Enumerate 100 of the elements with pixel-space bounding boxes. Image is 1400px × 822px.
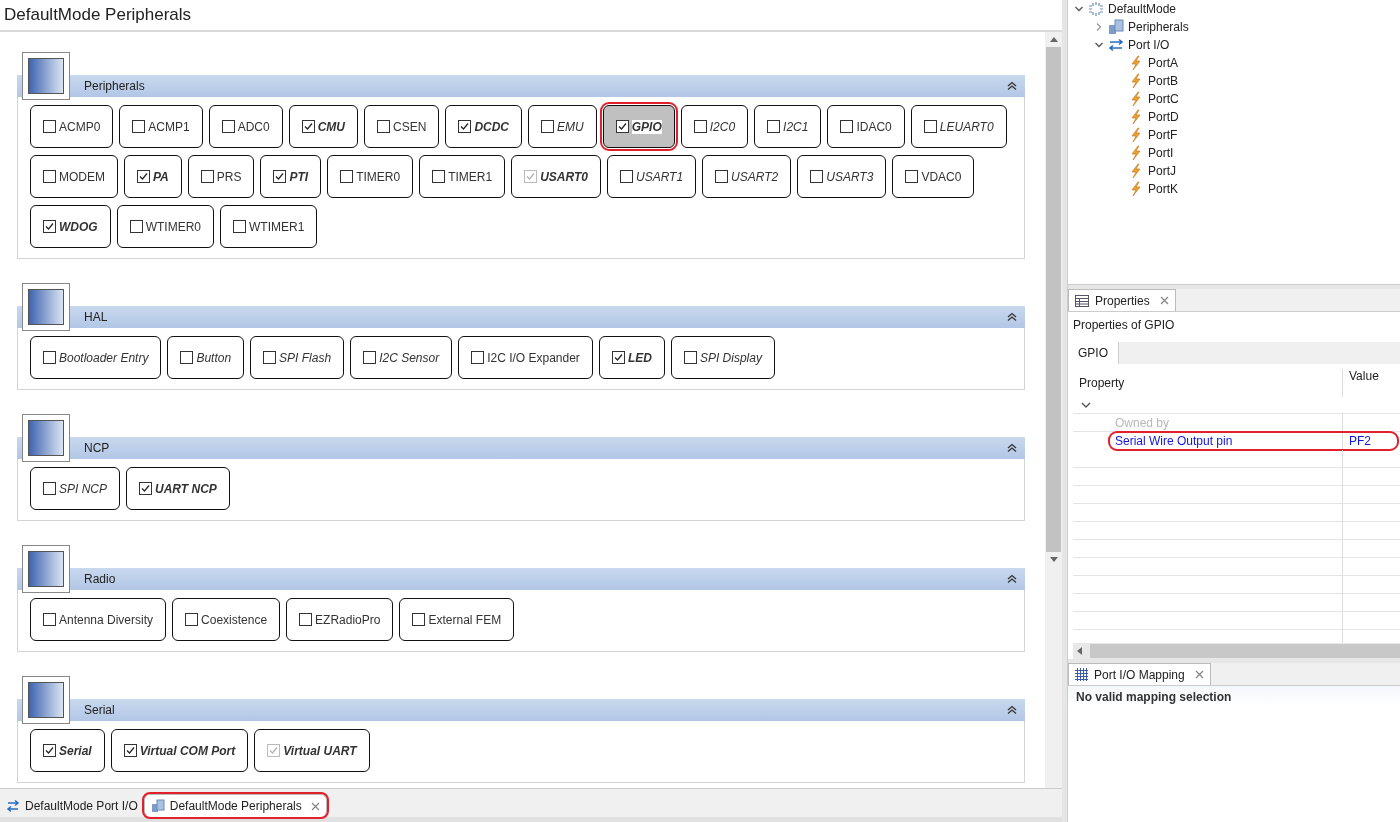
collapse-icon[interactable] (1007, 81, 1017, 91)
checkbox[interactable] (180, 351, 194, 364)
checkbox[interactable] (43, 482, 56, 495)
horizontal-scrollbar[interactable] (1073, 643, 1400, 659)
peripheral-toggle-button[interactable]: Virtual COM Port (110, 729, 249, 772)
peripheral-toggle-button[interactable]: WDOG (30, 205, 111, 248)
peripheral-toggle-button[interactable]: EZRadioPro (286, 598, 394, 641)
peripheral-toggle-button[interactable]: I2C0 (680, 105, 749, 148)
close-icon[interactable] (310, 801, 320, 811)
tree-item[interactable]: Port I/O (1128, 38, 1170, 52)
peripheral-toggle-button[interactable]: LEUART0 (910, 105, 1007, 148)
checkbox[interactable] (471, 351, 485, 364)
tree-item[interactable]: PortB (1148, 74, 1178, 88)
checkbox[interactable] (139, 482, 152, 495)
checkbox[interactable] (185, 613, 199, 626)
peripheral-toggle-button[interactable]: USART2 (702, 155, 792, 198)
checkbox[interactable] (43, 351, 56, 364)
section-header[interactable]: Serial (17, 699, 1025, 721)
peripheral-toggle-button[interactable]: Coexistence (172, 598, 281, 641)
tree-item[interactable]: PortA (1148, 56, 1178, 70)
checkbox[interactable] (43, 120, 56, 133)
scroll-up-icon[interactable] (1049, 37, 1058, 42)
section-header[interactable]: NCP (17, 437, 1025, 459)
peripheral-toggle-button[interactable]: ACMP0 (30, 105, 114, 148)
checkbox[interactable] (132, 120, 146, 133)
checkbox[interactable] (263, 351, 277, 364)
checkbox[interactable] (458, 120, 472, 133)
checkbox[interactable] (923, 120, 937, 133)
checkbox[interactable] (363, 351, 377, 364)
peripheral-toggle-button[interactable]: TIMER1 (419, 155, 506, 198)
checkbox[interactable] (693, 120, 707, 133)
editor-tab[interactable]: DefaultMode Port I/O (0, 795, 144, 817)
collapse-icon[interactable] (1007, 574, 1017, 584)
close-icon[interactable] (1194, 670, 1204, 679)
peripheral-toggle-button[interactable]: Serial (30, 729, 105, 772)
peripheral-toggle-button[interactable]: PTI (260, 155, 322, 198)
collapse-icon[interactable] (1007, 443, 1017, 453)
checkbox[interactable] (615, 120, 629, 133)
vertical-scrollbar[interactable] (1045, 32, 1062, 788)
tree-item[interactable]: PortD (1148, 110, 1179, 124)
peripheral-toggle-button[interactable]: I2C1 (754, 105, 822, 148)
peripheral-toggle-button[interactable]: WTIMER1 (220, 205, 318, 248)
peripheral-toggle-button[interactable]: I2C I/O Expander (458, 336, 593, 379)
peripheral-toggle-button[interactable]: IDAC0 (827, 105, 905, 148)
peripheral-toggle-button[interactable]: SPI NCP (30, 467, 120, 510)
scroll-down-icon[interactable] (1049, 557, 1058, 562)
peripheral-toggle-button[interactable]: CMU (288, 105, 359, 148)
peripheral-toggle-button[interactable]: DCDC (445, 105, 523, 148)
checkbox[interactable] (43, 220, 56, 233)
section-header[interactable]: Peripherals (17, 75, 1025, 97)
checkbox[interactable] (840, 120, 854, 133)
checkbox[interactable] (767, 120, 781, 133)
tree-item[interactable]: PortK (1148, 182, 1178, 196)
checkbox[interactable] (221, 120, 235, 133)
peripheral-toggle-button[interactable]: LED (598, 336, 665, 379)
peripheral-toggle-button[interactable]: WTIMER0 (116, 205, 214, 248)
checkbox[interactable] (412, 613, 426, 626)
peripheral-toggle-button[interactable]: Button (167, 336, 245, 379)
peripheral-toggle-button[interactable]: Bootloader Entry (30, 336, 162, 379)
tree-item[interactable]: Peripherals (1128, 20, 1189, 34)
checkbox[interactable] (432, 170, 446, 183)
section-header[interactable]: HAL (17, 306, 1025, 328)
checkbox[interactable] (905, 170, 919, 183)
peripheral-toggle-button[interactable]: SPI Display (670, 336, 775, 379)
checkbox[interactable] (377, 120, 391, 133)
tree-item[interactable]: PortF (1148, 128, 1178, 142)
category-tab[interactable]: GPIO (1068, 342, 1119, 364)
peripheral-toggle-button[interactable]: MODEM (30, 155, 118, 198)
peripheral-toggle-button[interactable]: GPIO (602, 105, 675, 148)
checkbox[interactable] (619, 170, 633, 183)
peripheral-toggle-button[interactable]: ADC0 (208, 105, 283, 148)
chevron-down-icon[interactable] (1081, 401, 1091, 409)
peripheral-toggle-button[interactable]: UART NCP (126, 467, 230, 510)
scroll-left-icon[interactable] (1077, 647, 1082, 655)
checkbox[interactable] (43, 170, 56, 183)
peripheral-toggle-button[interactable]: CSEN (364, 105, 440, 148)
editor-tab[interactable]: DefaultMode Peripherals (143, 794, 327, 817)
checkbox[interactable] (233, 220, 246, 233)
checkbox[interactable] (299, 613, 313, 626)
view-tab[interactable]: Properties (1068, 289, 1176, 311)
tree-item[interactable]: PortI (1148, 146, 1174, 160)
peripheral-toggle-button[interactable]: SPI Flash (250, 336, 345, 379)
peripheral-toggle-button[interactable]: PA (124, 155, 182, 198)
peripheral-toggle-button[interactable]: External FEM (399, 598, 515, 641)
checkbox[interactable] (200, 170, 214, 183)
checkbox[interactable] (340, 170, 354, 183)
checkbox[interactable] (137, 170, 150, 183)
chevron-down-icon[interactable] (1074, 4, 1084, 14)
peripheral-toggle-button[interactable]: PRS (187, 155, 255, 198)
peripheral-toggle-button[interactable]: VDAC0 (892, 155, 975, 198)
tree-item[interactable]: PortJ (1148, 164, 1176, 178)
peripheral-toggle-button[interactable]: EMU (528, 105, 597, 148)
checkbox[interactable] (129, 220, 143, 233)
checkbox[interactable] (715, 170, 729, 183)
tree-item[interactable]: PortC (1148, 92, 1179, 106)
checkbox[interactable] (43, 613, 56, 626)
chevron-down-icon[interactable] (1094, 40, 1104, 50)
checkbox[interactable] (273, 170, 287, 183)
checkbox[interactable] (611, 351, 625, 364)
peripheral-toggle-button[interactable]: USART3 (797, 155, 887, 198)
